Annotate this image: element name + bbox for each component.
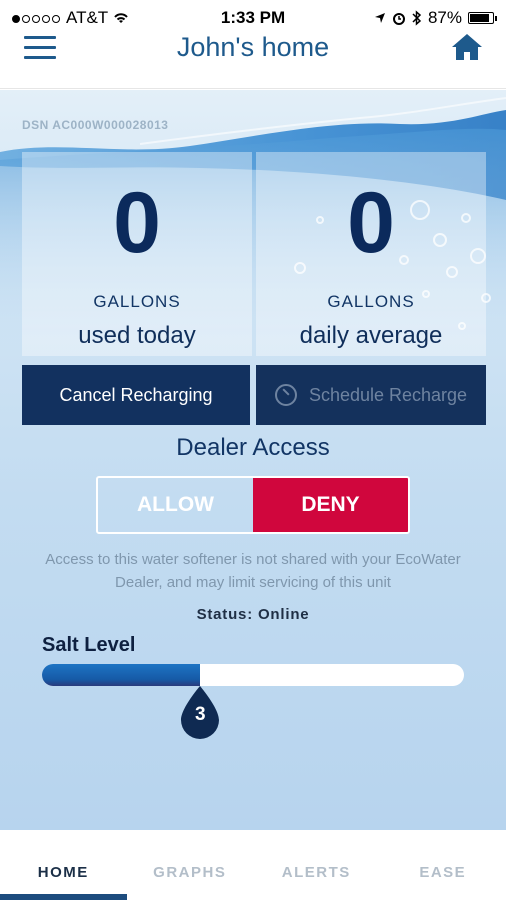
clock-icon bbox=[274, 384, 297, 406]
stat-daily-average: 0 GALLONS daily average bbox=[256, 152, 486, 356]
battery-icon bbox=[468, 12, 497, 24]
schedule-recharge-label: Schedule Recharge bbox=[308, 384, 468, 405]
tab-ease[interactable]: EASE bbox=[380, 830, 506, 900]
alarm-icon bbox=[392, 13, 405, 25]
status-text: Status: Online bbox=[196, 606, 310, 623]
tab-graphs[interactable]: GRAPHS bbox=[127, 830, 254, 900]
stat-value: 0 bbox=[347, 175, 395, 271]
main-content: DSN AC000W000028013 0 GALLONS used today… bbox=[0, 90, 506, 830]
salt-level-fill bbox=[42, 664, 201, 686]
dealer-access-toggle: ALLOW DENY bbox=[96, 476, 410, 534]
system-indicators: 87% bbox=[374, 8, 497, 28]
salt-level-indicator[interactable]: 3 bbox=[177, 684, 223, 740]
stat-unit: GALLONS bbox=[327, 292, 415, 311]
tab-home[interactable]: HOME bbox=[0, 830, 127, 900]
dealer-access-title: Dealer Access bbox=[176, 434, 330, 461]
stat-used-today: 0 GALLONS used today bbox=[22, 152, 252, 356]
tab-bar: HOME GRAPHS ALERTS EASE bbox=[0, 830, 506, 900]
stat-label: daily average bbox=[299, 322, 443, 349]
salt-level-title: Salt Level bbox=[42, 634, 136, 656]
deny-button[interactable]: DENY bbox=[253, 478, 408, 532]
battery-fill bbox=[470, 14, 490, 22]
page-title: John's home bbox=[176, 32, 330, 62]
home-icon[interactable] bbox=[450, 32, 484, 62]
nav-bar: John's home bbox=[0, 26, 506, 89]
stat-label: used today bbox=[78, 322, 196, 349]
salt-level-bar bbox=[42, 664, 464, 686]
access-note: Access to this water softener is not sha… bbox=[45, 551, 461, 591]
bluetooth-icon bbox=[412, 10, 422, 26]
schedule-recharge-button[interactable]: Schedule Recharge bbox=[256, 365, 486, 425]
device-serial-number: DSN AC000W000028013 bbox=[22, 118, 169, 132]
stat-value: 0 bbox=[113, 175, 161, 271]
tab-alerts[interactable]: ALERTS bbox=[253, 830, 380, 900]
salt-level-value: 3 bbox=[194, 704, 206, 725]
cancel-recharging-button[interactable]: Cancel Recharging bbox=[22, 365, 250, 425]
battery-percent: 87% bbox=[427, 8, 462, 27]
location-arrow-icon bbox=[374, 13, 385, 23]
stat-unit: GALLONS bbox=[93, 292, 181, 311]
allow-button[interactable]: ALLOW bbox=[98, 478, 253, 532]
